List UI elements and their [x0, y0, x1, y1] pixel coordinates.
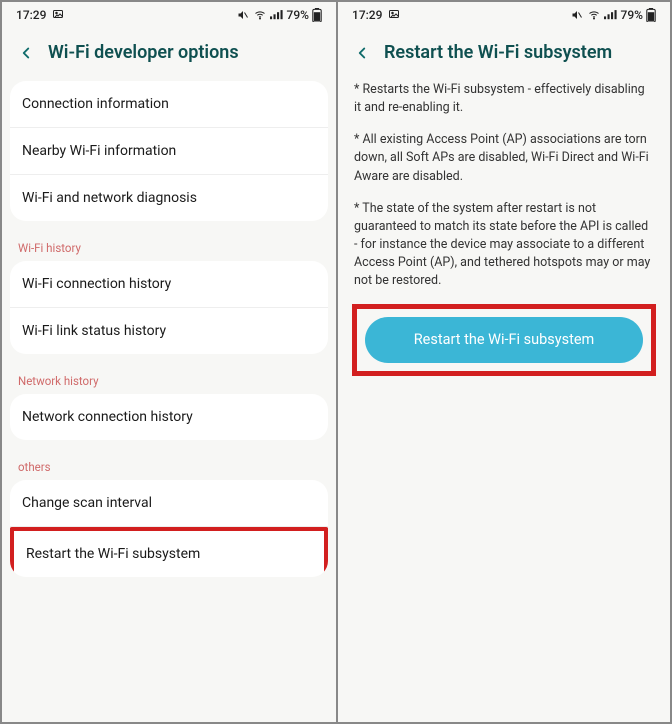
page-title: Restart the Wi-Fi subsystem [384, 42, 612, 63]
battery-icon [312, 8, 322, 22]
wifi-icon [587, 9, 601, 21]
header: Wi-Fi developer options [2, 28, 336, 81]
section-others: others [2, 450, 336, 480]
signal-icon [270, 9, 284, 21]
item-network-conn-history[interactable]: Network connection history [10, 394, 328, 440]
screen-restart-wifi: 17:29 79% Restart the Wi-Fi subsyste [336, 2, 670, 722]
mute-icon [570, 9, 584, 21]
group-wifi-history: Wi-Fi connection history Wi-Fi link stat… [10, 261, 328, 354]
back-icon[interactable] [16, 43, 36, 63]
section-wifi-history: Wi-Fi history [2, 231, 336, 261]
status-time: 17:29 [352, 8, 382, 22]
group-network-history: Network connection history [10, 394, 328, 440]
item-connection-info[interactable]: Connection information [10, 81, 328, 128]
item-change-scan-interval[interactable]: Change scan interval [10, 480, 328, 527]
page-title: Wi-Fi developer options [48, 42, 239, 63]
signal-icon [604, 9, 618, 21]
back-icon[interactable] [352, 43, 372, 63]
status-bar: 17:29 79% [2, 2, 336, 28]
battery-icon [646, 8, 656, 22]
picture-icon [388, 8, 400, 23]
content-area[interactable]: * Restarts the Wi-Fi subsystem - effecti… [338, 81, 670, 722]
item-network-diagnosis[interactable]: Wi-Fi and network diagnosis [10, 175, 328, 221]
battery-pct: 79% [287, 8, 309, 22]
mute-icon [236, 9, 250, 21]
action-highlight: Restart the Wi-Fi subsystem [352, 304, 656, 376]
battery-pct: 79% [621, 8, 643, 22]
item-nearby-wifi[interactable]: Nearby Wi-Fi information [10, 128, 328, 175]
section-network-history: Network history [2, 364, 336, 394]
item-restart-wifi-subsystem[interactable]: Restart the Wi-Fi subsystem [10, 527, 328, 577]
screen-wifi-dev-options: 17:29 79% Wi-Fi developer options [2, 2, 336, 722]
wifi-icon [253, 9, 267, 21]
item-wifi-conn-history[interactable]: Wi-Fi connection history [10, 261, 328, 308]
desc-paragraph-1: * Restarts the Wi-Fi subsystem - effecti… [354, 81, 654, 117]
status-bar: 17:29 79% [338, 2, 670, 28]
item-wifi-link-history[interactable]: Wi-Fi link status history [10, 308, 328, 354]
desc-paragraph-2: * All existing Access Point (AP) associa… [354, 131, 654, 185]
picture-icon [52, 8, 64, 23]
restart-wifi-button[interactable]: Restart the Wi-Fi subsystem [365, 317, 643, 363]
group-general: Connection information Nearby Wi-Fi info… [10, 81, 328, 221]
description: * Restarts the Wi-Fi subsystem - effecti… [338, 81, 670, 290]
content-area[interactable]: Connection information Nearby Wi-Fi info… [2, 81, 336, 722]
header: Restart the Wi-Fi subsystem [338, 28, 670, 81]
status-time: 17:29 [16, 8, 46, 22]
group-others: Change scan interval Restart the Wi-Fi s… [10, 480, 328, 577]
desc-paragraph-3: * The state of the system after restart … [354, 200, 654, 291]
